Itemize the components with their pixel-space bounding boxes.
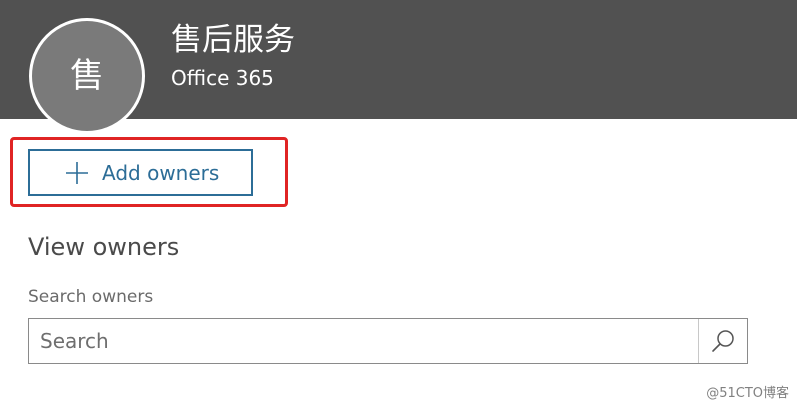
watermark: @51CTO博客 [706, 386, 789, 401]
group-owners-page: 售 售后服务 Office 365 Add owners View owners… [0, 0, 797, 410]
group-name: 售后服务 [171, 22, 295, 58]
search-input[interactable] [29, 319, 698, 363]
magnifier-icon [712, 330, 734, 352]
search-owners-label: Search owners [28, 287, 154, 307]
plus-icon [66, 161, 88, 184]
add-owners-label: Add owners [102, 160, 220, 185]
search-icon[interactable] [699, 319, 747, 363]
group-type: Office 365 [171, 66, 274, 90]
avatar-initial: 售 [70, 56, 104, 96]
add-owners-button[interactable]: Add owners [28, 149, 253, 196]
view-owners-heading: View owners [28, 233, 180, 261]
search-box [28, 318, 748, 364]
group-avatar: 售 [29, 18, 145, 134]
